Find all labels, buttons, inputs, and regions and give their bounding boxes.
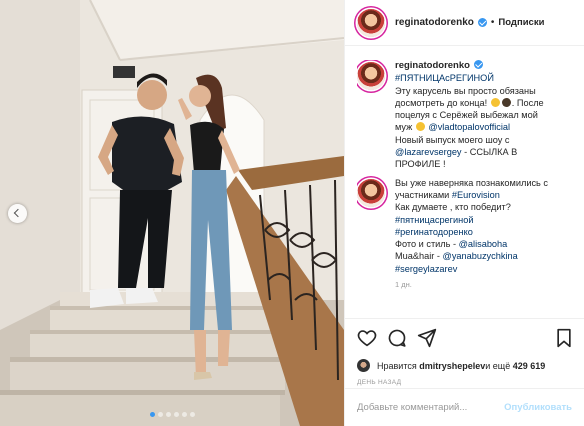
following-button[interactable]: Подписки bbox=[498, 17, 544, 28]
author-username[interactable]: reginatodorenko bbox=[395, 17, 474, 28]
likes-summary[interactable]: Нравится dmitryshepelev и ещё 429 619 bbox=[357, 359, 572, 372]
caption-text: ПРОФИЛЕ ! bbox=[395, 159, 446, 170]
caption-username[interactable]: reginatodorenko bbox=[395, 60, 544, 72]
comment-text: Как думаете , кто победит? bbox=[395, 202, 511, 213]
grinning-emoji-icon bbox=[415, 122, 425, 132]
caption-text-line: муж @vladtopalovofficial bbox=[395, 121, 544, 133]
caption-username-text[interactable]: reginatodorenko bbox=[395, 60, 470, 71]
post-timestamp[interactable]: ДЕНЬ НАЗАД bbox=[357, 379, 572, 386]
hashtag-link[interactable]: #ПЯТНИЦАсРЕГИНОЙ bbox=[395, 72, 544, 84]
carousel-prev-button[interactable] bbox=[8, 204, 27, 223]
heart-icon[interactable] bbox=[357, 329, 377, 352]
caption: reginatodorenko #ПЯТНИЦАсРЕГИНОЙ Эту кар… bbox=[357, 60, 576, 171]
caption-text: - ССЫЛКА В bbox=[461, 147, 518, 158]
header-separator: • bbox=[490, 17, 495, 28]
carousel-dot bbox=[173, 412, 179, 417]
share-icon[interactable] bbox=[417, 328, 437, 353]
carousel-dots bbox=[0, 412, 344, 417]
carousel-dot bbox=[157, 412, 163, 417]
caption-text: поцелуя с Серёжей выбежал мой bbox=[395, 110, 538, 121]
likes-middle: и ещё bbox=[485, 360, 511, 371]
comments-section[interactable]: reginatodorenko #ПЯТНИЦАсРЕГИНОЙ Эту кар… bbox=[357, 60, 576, 308]
comment-text: Mua&hair - bbox=[395, 251, 443, 262]
liker-username[interactable]: dmitryshepelev bbox=[419, 361, 485, 371]
post-actions: Нравится dmitryshepelev и ещё 429 619 ДЕ… bbox=[345, 318, 584, 386]
mention-link[interactable]: @alisaboha bbox=[459, 239, 508, 249]
caption-text-line: @lazarevsergey - ССЫЛКА В bbox=[395, 146, 544, 158]
mention-link[interactable]: @yanabuzychkina bbox=[443, 251, 518, 261]
laughing-emoji-icon bbox=[490, 97, 500, 107]
hashtag-link[interactable]: #Eurovision bbox=[452, 190, 500, 200]
verified-badge-icon bbox=[477, 18, 487, 27]
comment-text: Фото и стиль - bbox=[395, 239, 459, 250]
comment-icon[interactable] bbox=[387, 328, 407, 353]
hashtag-link[interactable]: #sergeylazarev bbox=[395, 263, 548, 275]
post-header: reginatodorenko • Подписки bbox=[345, 0, 584, 46]
carousel-dot bbox=[189, 412, 195, 417]
comment-input[interactable] bbox=[357, 402, 505, 413]
comment-timestamp[interactable]: 1 дн. bbox=[395, 280, 576, 289]
caption-avatar[interactable] bbox=[357, 62, 385, 90]
caption-text: досмотреть до конца! bbox=[395, 97, 488, 108]
carousel-dot bbox=[149, 412, 155, 417]
caption-text: Новый выпуск моего шоу с bbox=[395, 134, 510, 145]
caption-text: Эту карусель вы просто обязаны bbox=[395, 85, 536, 96]
caption-text: муж bbox=[395, 122, 413, 133]
comment-text: Вы уже наверняка познакомились с bbox=[395, 177, 548, 188]
post-sidebar: reginatodorenko • Подписки reginatodoren… bbox=[344, 0, 584, 426]
publish-button[interactable]: Опубликовать bbox=[504, 402, 572, 413]
carousel-dot bbox=[165, 412, 171, 417]
author-avatar[interactable] bbox=[357, 8, 385, 37]
photo-scene bbox=[0, 0, 344, 426]
verified-badge-icon bbox=[473, 60, 483, 69]
comment-text: участниками bbox=[395, 189, 452, 200]
likes-prefix: Нравится bbox=[377, 360, 417, 371]
add-comment-bar: Опубликовать bbox=[345, 388, 584, 426]
bookmark-icon[interactable] bbox=[556, 328, 572, 353]
comment: Вы уже наверняка познакомились с участни… bbox=[357, 177, 576, 275]
caption-text: . После bbox=[511, 97, 544, 108]
caption-text-line: досмотреть до конца! . После bbox=[395, 97, 544, 109]
comment-avatar[interactable] bbox=[357, 178, 385, 207]
carousel-dot bbox=[181, 412, 187, 417]
post-photo[interactable] bbox=[0, 0, 344, 426]
likes-count[interactable]: 429 619 bbox=[513, 361, 546, 371]
mention-link[interactable]: @vladtopalovofficial bbox=[428, 122, 510, 132]
person-emoji-icon bbox=[501, 97, 511, 107]
liker-avatar[interactable] bbox=[357, 359, 370, 372]
mention-link[interactable]: @lazarevsergey bbox=[395, 147, 462, 157]
hashtag-link[interactable]: #пятницасрегиной bbox=[395, 214, 548, 226]
hashtag-link[interactable]: #регинатодоренко bbox=[395, 226, 548, 238]
